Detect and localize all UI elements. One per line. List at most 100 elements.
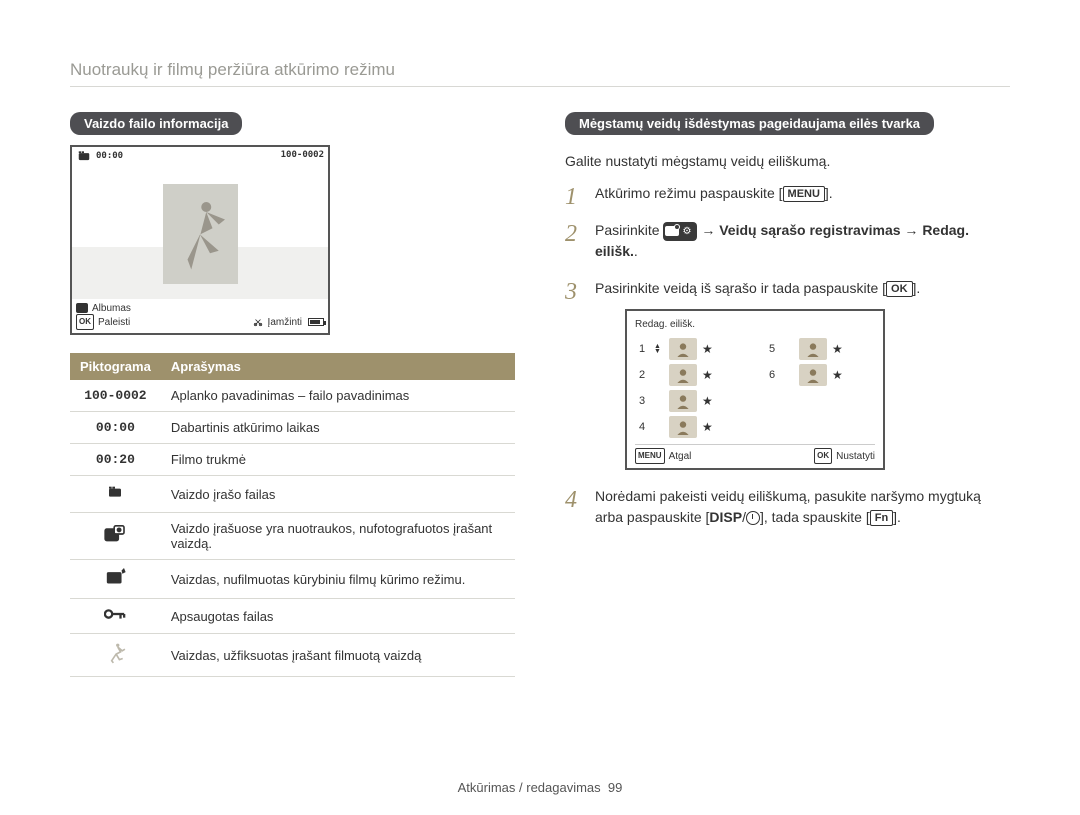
rank-num: 2 bbox=[635, 367, 649, 384]
row-desc: Vaizdas, užfiksuotas įrašant filmuotą va… bbox=[161, 634, 515, 677]
star-icon: ★ bbox=[702, 366, 713, 384]
movie-icon bbox=[70, 476, 161, 513]
camera-top-bar: 00:00 100-0002 bbox=[72, 147, 328, 169]
row-desc: Apsaugotas failas bbox=[161, 599, 515, 634]
movie-photo-icon bbox=[70, 513, 161, 560]
step1-pre: Atkūrimo režimu paspauskite [ bbox=[595, 185, 783, 201]
step-3: Pasirinkite veidą iš sąrašo ir tada pasp… bbox=[565, 278, 1010, 470]
star-icon: ★ bbox=[832, 366, 843, 384]
row-desc: Vaizdas, nufilmuotas kūrybiniu filmų kūr… bbox=[161, 560, 515, 599]
step-1: Atkūrimo režimu paspauskite [MENU]. bbox=[565, 183, 1010, 204]
rank-edit-screen: Redag. eilišk. 1▲▼★ 2★ 3★ 4★ 5★ 6★ bbox=[625, 309, 885, 470]
camera-image-area bbox=[72, 169, 328, 299]
step2-mid: → bbox=[697, 222, 719, 238]
row-icon: 00:20 bbox=[70, 444, 161, 476]
face-thumb bbox=[669, 338, 697, 360]
step-4: Norėdami pakeisti veidų eiliškumą, pasuk… bbox=[565, 486, 1010, 528]
footer-text: Atkūrimas / redagavimas bbox=[458, 780, 601, 795]
back-label: Atgal bbox=[669, 449, 692, 464]
rank-title: Redag. eilišk. bbox=[635, 317, 875, 332]
album-label: Albumas bbox=[92, 303, 131, 314]
col-icon-header: Piktograma bbox=[70, 353, 161, 380]
face-thumb bbox=[669, 364, 697, 386]
camera-preview: 00:00 100-0002 Albumas OK Paleisti bbox=[70, 145, 330, 335]
album-icon bbox=[76, 303, 88, 313]
battery-icon bbox=[308, 318, 324, 326]
icon-table: Piktograma Aprašymas 100-0002 Aplanko pa… bbox=[70, 353, 515, 677]
step3-pre: Pasirinkite veidą iš sąrašo ir tada pasp… bbox=[595, 280, 886, 296]
rank-num: 6 bbox=[765, 367, 779, 384]
table-row: Vaizdas, nufilmuotas kūrybiniu filmų kūr… bbox=[70, 560, 515, 599]
star-icon: ★ bbox=[702, 340, 713, 358]
face-thumb bbox=[669, 416, 697, 438]
play-label: Paleisti bbox=[98, 317, 130, 328]
fn-button-icon: Fn bbox=[870, 510, 893, 526]
table-row: Apsaugotas failas bbox=[70, 599, 515, 634]
rank-row: 4★ bbox=[635, 414, 745, 440]
rank-bottom-bar: MENU Atgal OK Nustatyti bbox=[635, 444, 875, 464]
row-icon: 00:00 bbox=[70, 412, 161, 444]
camera-bottom-bar: Albumas OK Paleisti Įamžinti bbox=[72, 299, 328, 333]
steps-list: Atkūrimo režimu paspauskite [MENU]. Pasi… bbox=[565, 183, 1010, 528]
row-desc: Vaizdo įrašuose yra nuotraukos, nufotogr… bbox=[161, 513, 515, 560]
key-icon bbox=[70, 599, 161, 634]
table-row: Vaizdas, užfiksuotas įrašant filmuotą va… bbox=[70, 634, 515, 677]
set-label: Nustatyti bbox=[836, 449, 875, 464]
intro-text: Galite nustatyti mėgstamų veidų eiliškum… bbox=[565, 153, 1010, 169]
step2-pre: Pasirinkite bbox=[595, 222, 663, 238]
camera-time: 00:00 bbox=[96, 151, 123, 161]
creative-movie-icon bbox=[70, 560, 161, 599]
right-section-title: Mėgstamų veidų išdėstymas pageidaujama e… bbox=[565, 112, 934, 135]
face-thumb bbox=[669, 390, 697, 412]
timer-icon bbox=[746, 511, 760, 525]
right-column: Mėgstamų veidų išdėstymas pageidaujama e… bbox=[565, 112, 1010, 677]
camera-settings-icon: ⚙ bbox=[663, 222, 697, 241]
step4-c: ]. bbox=[893, 509, 901, 525]
content-columns: Vaizdo failo informacija 00:00 100-0002 bbox=[70, 112, 1010, 677]
rank-num: 5 bbox=[765, 341, 779, 358]
ok-button-icon: OK bbox=[886, 281, 913, 297]
star-icon: ★ bbox=[702, 392, 713, 410]
menu-back-icon: MENU bbox=[635, 448, 665, 464]
left-column: Vaizdo failo informacija 00:00 100-0002 bbox=[70, 112, 515, 677]
face-thumb bbox=[799, 338, 827, 360]
rank-row: 5★ bbox=[765, 336, 875, 362]
table-row: 00:00 Dabartinis atkūrimo laikas bbox=[70, 412, 515, 444]
rank-row: 3★ bbox=[635, 388, 745, 414]
step4-b: ], tada spauskite [ bbox=[760, 509, 870, 525]
skater-thumbnail bbox=[163, 184, 238, 284]
table-row: Vaizdo įrašuose yra nuotraukos, nufotogr… bbox=[70, 513, 515, 560]
face-thumb bbox=[799, 364, 827, 386]
skater-icon bbox=[70, 634, 161, 677]
step1-after: ]. bbox=[825, 185, 833, 201]
trim-icon bbox=[252, 317, 264, 327]
left-section-title: Vaizdo failo informacija bbox=[70, 112, 242, 135]
menu-button-icon: MENU bbox=[783, 186, 825, 202]
ok-set-icon: OK bbox=[814, 448, 832, 464]
ok-hint-icon: OK bbox=[76, 314, 94, 330]
row-desc: Vaizdo įrašo failas bbox=[161, 476, 515, 513]
step3-after: ]. bbox=[913, 280, 921, 296]
page-footer: Atkūrimas / redagavimas 99 bbox=[0, 780, 1080, 795]
camera-folderfile: 100-0002 bbox=[281, 150, 324, 160]
rank-num: 3 bbox=[635, 393, 649, 410]
rank-num: 1 bbox=[635, 341, 649, 358]
rank-row: 1▲▼★ bbox=[635, 336, 745, 362]
disp-button-text: DISP bbox=[709, 509, 742, 525]
table-row: 00:20 Filmo trukmė bbox=[70, 444, 515, 476]
trim-label: Įamžinti bbox=[268, 317, 302, 328]
step2-after: . bbox=[634, 243, 638, 259]
col-desc-header: Aprašymas bbox=[161, 353, 515, 380]
table-row: 100-0002 Aplanko pavadinimas – failo pav… bbox=[70, 380, 515, 412]
table-row: Vaizdo įrašo failas bbox=[70, 476, 515, 513]
footer-page: 99 bbox=[608, 780, 622, 795]
row-icon: 100-0002 bbox=[70, 380, 161, 412]
step-2: Pasirinkite ⚙ → Veidų sąrašo registravim… bbox=[565, 220, 1010, 262]
page-header: Nuotraukų ir filmų peržiūra atkūrimo rež… bbox=[70, 60, 1010, 87]
star-icon: ★ bbox=[702, 418, 713, 436]
movie-icon bbox=[76, 149, 92, 163]
rank-row: 6★ bbox=[765, 362, 875, 388]
rank-col-right: 5★ 6★ bbox=[765, 336, 875, 440]
skater-silhouette-icon bbox=[175, 197, 225, 272]
star-icon: ★ bbox=[832, 340, 843, 358]
